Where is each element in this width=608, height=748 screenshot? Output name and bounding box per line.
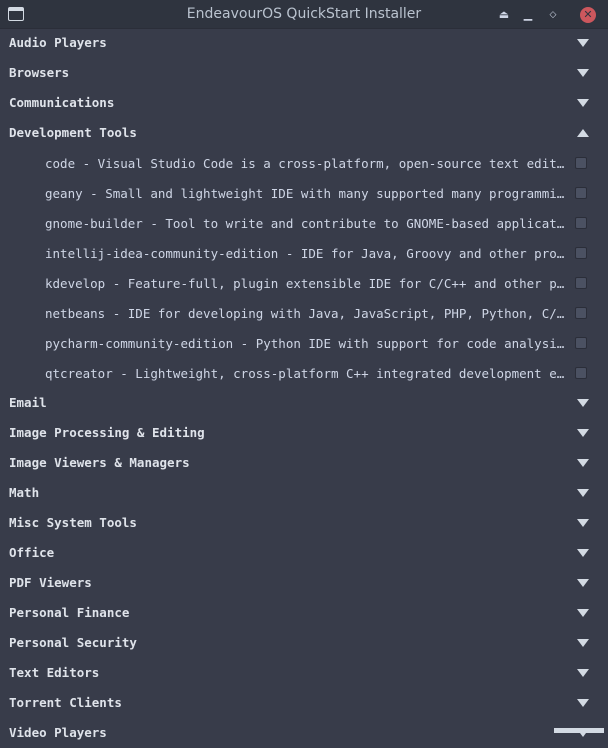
category-label: Personal Security [9,635,137,650]
package-row[interactable]: code - Visual Studio Code is a cross-pla… [0,148,608,178]
chevron-down-icon[interactable] [577,669,589,677]
package-row[interactable]: kdevelop - Feature-full, plugin extensib… [0,268,608,298]
category-label: Misc System Tools [9,515,137,530]
package-row[interactable]: qtcreator - Lightweight, cross-platform … [0,358,608,388]
eject-icon[interactable]: ⏏ [496,7,512,23]
chevron-down-icon[interactable] [577,639,589,647]
package-label: qtcreator - Lightweight, cross-platform … [45,366,565,381]
category-label: Torrent Clients [9,695,122,710]
category-label: Email [9,395,47,410]
category-row[interactable]: Image Viewers & Managers [0,448,608,478]
category-row[interactable]: Misc System Tools [0,508,608,538]
chevron-down-icon[interactable] [577,519,589,527]
category-label: Browsers [9,65,70,80]
package-checkbox[interactable] [575,217,587,229]
package-checkbox[interactable] [575,367,587,379]
package-row[interactable]: geany - Small and lightweight IDE with m… [0,178,608,208]
package-checkbox[interactable] [575,307,587,319]
chevron-up-icon[interactable] [577,129,589,137]
category-label: Image Processing & Editing [9,425,205,440]
package-label: geany - Small and lightweight IDE with m… [45,186,565,201]
maximize-icon[interactable]: ◇ [545,7,561,23]
close-icon[interactable]: ✕ [580,7,596,23]
package-label: kdevelop - Feature-full, plugin extensib… [45,276,565,291]
category-label: Math [9,485,40,500]
category-label: Image Viewers & Managers [9,455,190,470]
chevron-down-icon[interactable] [577,429,589,437]
minimize-icon[interactable]: ▁ [520,7,536,23]
package-checkbox[interactable] [575,277,587,289]
category-label: PDF Viewers [9,575,92,590]
category-label: Audio Players [9,35,107,50]
chevron-down-icon[interactable] [577,39,589,47]
chevron-down-icon[interactable] [577,699,589,707]
category-label: Personal Finance [9,605,130,620]
category-row[interactable]: Development Tools [0,118,608,148]
chevron-down-icon[interactable] [577,489,589,497]
package-label: intellij-idea-community-edition - IDE fo… [45,246,565,261]
package-checkbox[interactable] [575,247,587,259]
package-row[interactable]: netbeans - IDE for developing with Java,… [0,298,608,328]
category-row[interactable]: Audio Players [0,28,608,58]
package-row[interactable]: pycharm-community-edition - Python IDE w… [0,328,608,358]
category-row[interactable]: Math [0,478,608,508]
category-row[interactable]: Text Editors [0,658,608,688]
chevron-down-icon[interactable] [577,399,589,407]
category-label: Text Editors [9,665,100,680]
chevron-down-icon[interactable] [577,579,589,587]
category-row[interactable]: Office [0,538,608,568]
category-row[interactable]: Browsers [0,58,608,88]
category-row[interactable]: Personal Finance [0,598,608,628]
package-checkbox[interactable] [575,157,587,169]
category-row[interactable]: Email [0,388,608,418]
chevron-down-icon[interactable] [577,549,589,557]
package-row[interactable]: intellij-idea-community-edition - IDE fo… [0,238,608,268]
category-label: Communications [9,95,115,110]
chevron-down-icon[interactable] [577,69,589,77]
package-label: pycharm-community-edition - Python IDE w… [45,336,565,351]
category-row[interactable]: Video Players [0,718,608,748]
package-category-list: Audio Players Browsers Communications De… [0,28,608,748]
category-row[interactable]: PDF Viewers [0,568,608,598]
chevron-down-icon[interactable] [577,99,589,107]
chevron-down-icon[interactable] [577,609,589,617]
package-label: netbeans - IDE for developing with Java,… [45,306,565,321]
chevron-down-icon[interactable] [554,728,604,733]
package-row[interactable]: gnome-builder - Tool to write and contri… [0,208,608,238]
category-row[interactable]: Image Processing & Editing [0,418,608,448]
category-row[interactable]: Communications [0,88,608,118]
package-checkbox[interactable] [575,337,587,349]
package-label: gnome-builder - Tool to write and contri… [45,216,565,231]
title-bar[interactable]: EndeavourOS QuickStart Installer ⏏ ▁ ◇ ✕ [0,0,608,29]
chevron-down-icon[interactable] [577,459,589,467]
window-title: EndeavourOS QuickStart Installer [186,6,422,22]
category-label: Development Tools [9,125,137,140]
package-label: code - Visual Studio Code is a cross-pla… [45,156,565,171]
category-row[interactable]: Torrent Clients [0,688,608,718]
category-row[interactable]: Personal Security [0,628,608,658]
category-label: Office [9,545,55,560]
package-checkbox[interactable] [575,187,587,199]
